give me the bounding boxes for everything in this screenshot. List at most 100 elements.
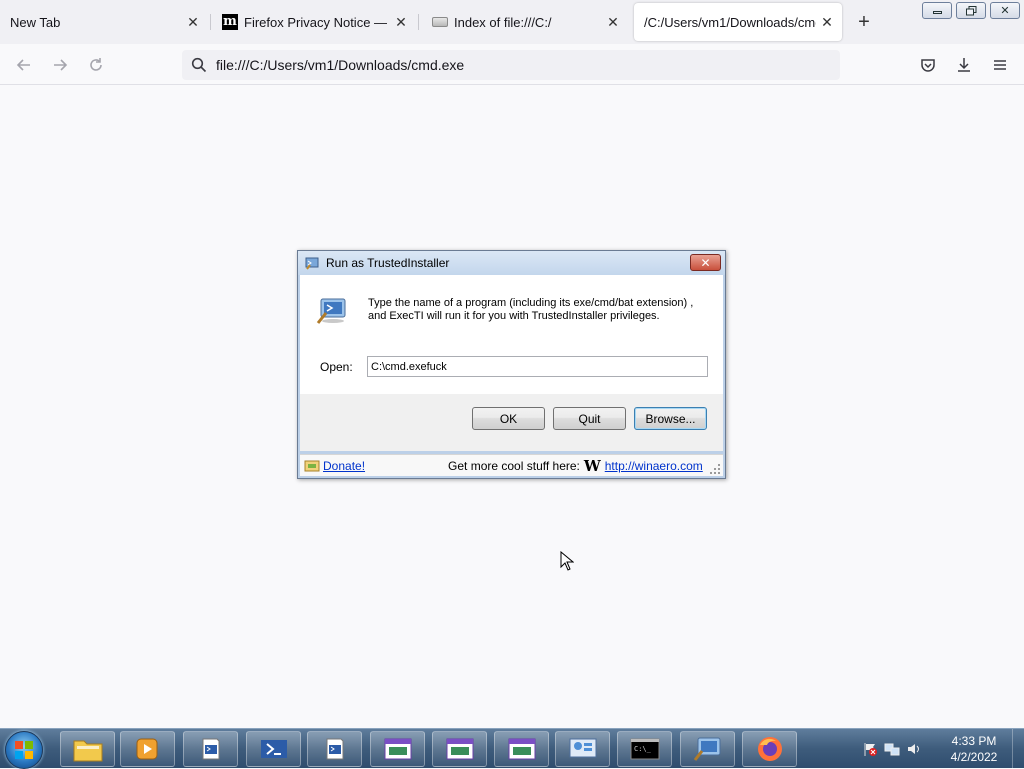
start-button[interactable]	[5, 731, 43, 769]
dialog-button-area: OK Quit Browse...	[300, 394, 723, 451]
quit-button[interactable]: Quit	[553, 407, 626, 430]
dialog-message: Type the name of a program (including it…	[368, 297, 708, 323]
media-player-icon	[136, 738, 157, 760]
system-clock[interactable]: 4:33 PM 4/2/2022	[944, 733, 1004, 765]
taskbar-execti[interactable]	[680, 731, 735, 767]
taskbar: C:\_ 4:33 PM 4/2/2022	[0, 728, 1024, 769]
tab-separator	[210, 14, 211, 30]
restore-icon	[965, 5, 976, 15]
taskbar-powershell-3[interactable]	[307, 731, 362, 767]
execti-icon	[693, 737, 720, 761]
open-program-input[interactable]	[367, 356, 708, 377]
tab-title: Firefox Privacy Notice — Mo	[244, 14, 390, 30]
back-arrow-icon	[16, 59, 30, 71]
command-prompt-icon: C:\_	[630, 738, 659, 760]
navigation-bar: file:///C:/Users/vm1/Downloads/cmd.exe	[0, 44, 1024, 85]
hamburger-menu-icon	[994, 60, 1006, 70]
dialog-statusbar: Donate! Get more cool stuff here: W http…	[300, 454, 723, 476]
url-text: file:///C:/Users/vm1/Downloads/cmd.exe	[216, 57, 465, 73]
tab-strip: New Tab ✕ m Firefox Privacy Notice — Mo …	[0, 0, 1024, 44]
reload-button[interactable]	[83, 52, 109, 78]
mozilla-icon: m	[222, 14, 238, 30]
tab-separator	[418, 14, 419, 30]
pocket-button[interactable]	[915, 52, 941, 78]
drive-icon	[432, 14, 448, 30]
windows-logo-icon	[15, 741, 33, 759]
taskbar-app-window-1[interactable]	[370, 731, 425, 767]
network-icon[interactable]	[884, 741, 900, 757]
dialog-title: Run as TrustedInstaller	[326, 256, 450, 270]
close-icon[interactable]: ✕	[390, 11, 412, 33]
execti-icon	[305, 257, 319, 270]
winaero-logo-icon: W	[583, 456, 601, 475]
dialog-close-button[interactable]: ✕	[690, 254, 721, 271]
control-panel-icon	[569, 738, 596, 758]
dialog-titlebar[interactable]: Run as TrustedInstaller ✕	[298, 251, 725, 275]
resize-grip-icon[interactable]	[710, 464, 720, 474]
mouse-cursor-icon	[560, 551, 574, 571]
firefox-icon	[757, 737, 782, 761]
browse-button[interactable]: Browse...	[634, 407, 707, 430]
dialog-body: Type the name of a program (including it…	[300, 275, 723, 394]
svg-text:C:\_: C:\_	[634, 745, 652, 753]
forward-arrow-icon	[54, 59, 68, 71]
address-bar[interactable]: file:///C:/Users/vm1/Downloads/cmd.exe	[182, 50, 840, 80]
message-line: and ExecTI will run it for you with Trus…	[368, 310, 660, 322]
taskbar-firefox[interactable]	[742, 731, 797, 767]
back-button[interactable]	[11, 52, 37, 78]
folder-icon	[73, 740, 102, 762]
message-line: Type the name of a program (including it…	[368, 297, 694, 309]
taskbar-powershell-1[interactable]	[183, 731, 238, 767]
taskbar-control-panel[interactable]	[555, 731, 610, 767]
tab-cmd-exe[interactable]: /C:/Users/vm1/Downloads/cmd.e ✕	[634, 3, 842, 41]
tab-new-tab[interactable]: New Tab ✕	[0, 3, 208, 41]
window-controls: ✕	[922, 2, 1020, 19]
app-window-icon	[508, 738, 535, 760]
download-icon	[958, 58, 970, 72]
taskbar-explorer[interactable]	[60, 731, 115, 767]
powershell-icon	[202, 738, 219, 760]
system-tray	[862, 729, 922, 769]
forward-button[interactable]	[47, 52, 73, 78]
powershell-icon	[260, 740, 287, 758]
tab-firefox-privacy[interactable]: m Firefox Privacy Notice — Mo ✕	[212, 3, 416, 41]
tab-title: New Tab	[10, 14, 61, 30]
close-icon[interactable]: ✕	[182, 11, 204, 33]
run-program-icon	[316, 298, 346, 324]
taskbar-app-window-3[interactable]	[494, 731, 549, 767]
taskbar-app-window-2[interactable]	[432, 731, 487, 767]
reload-icon	[90, 58, 102, 71]
pocket-icon	[921, 59, 935, 72]
tab-title: Index of file:///C:/	[454, 14, 552, 30]
new-tab-button[interactable]: +	[852, 10, 876, 34]
donate-icon	[304, 460, 320, 471]
taskbar-cmd[interactable]: C:\_	[617, 731, 672, 767]
powershell-icon	[326, 738, 343, 760]
show-desktop-button[interactable]	[1012, 729, 1024, 769]
minimize-icon	[932, 11, 942, 14]
donate-link[interactable]: Donate!	[323, 459, 365, 473]
downloads-button[interactable]	[951, 52, 977, 78]
clock-time: 4:33 PM	[951, 734, 997, 748]
close-window-button[interactable]: ✕	[990, 2, 1020, 19]
tab-title: /C:/Users/vm1/Downloads/cmd.e	[644, 14, 816, 30]
app-window-icon	[446, 738, 473, 760]
app-window-icon	[384, 738, 411, 760]
taskbar-media-player[interactable]	[120, 731, 175, 767]
close-icon: ✕	[1000, 5, 1010, 17]
winaero-link[interactable]: http://winaero.com	[605, 459, 703, 473]
close-icon[interactable]: ✕	[816, 11, 838, 33]
close-icon: ✕	[700, 255, 711, 270]
taskbar-powershell-2[interactable]	[246, 731, 301, 767]
search-icon	[182, 57, 216, 73]
ok-button[interactable]: OK	[472, 407, 545, 430]
run-as-trustedinstaller-dialog: Run as TrustedInstaller ✕ Type the name …	[297, 250, 726, 479]
close-icon[interactable]: ✕	[602, 11, 624, 33]
minimize-button[interactable]	[922, 2, 952, 19]
clock-date: 4/2/2022	[950, 750, 998, 764]
tab-index-of-c[interactable]: Index of file:///C:/ ✕	[422, 3, 628, 41]
menu-button[interactable]	[987, 52, 1013, 78]
action-center-flag-icon[interactable]	[862, 741, 878, 757]
restore-button[interactable]	[956, 2, 986, 19]
volume-icon[interactable]	[906, 741, 922, 757]
